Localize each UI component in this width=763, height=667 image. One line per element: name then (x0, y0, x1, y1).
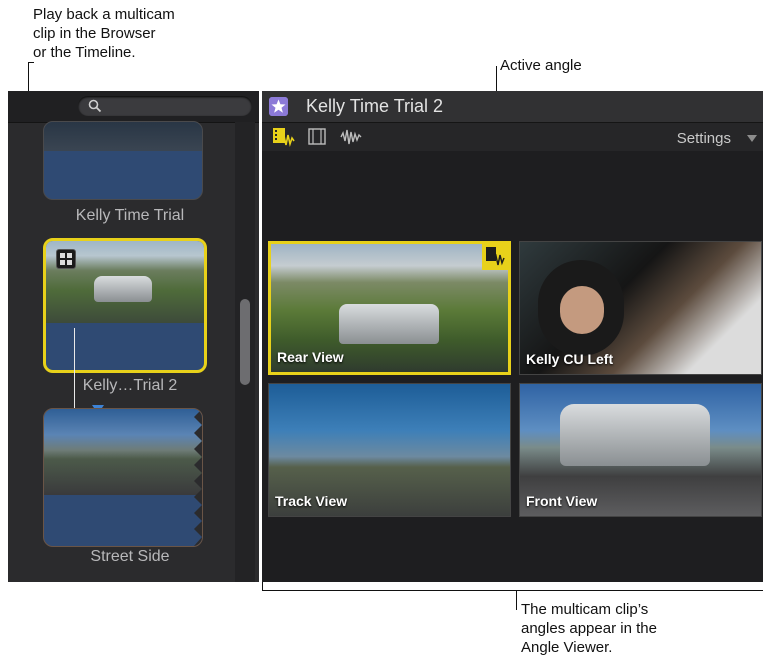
scrollbar-thumb[interactable] (240, 299, 250, 385)
clip-thumbnail-kelly-trial-2[interactable] (43, 238, 207, 373)
angle-label: Kelly CU Left (526, 351, 614, 367)
audio-waveform-icon[interactable] (340, 127, 362, 147)
car-image (94, 276, 152, 302)
video-audio-icon[interactable] (272, 127, 296, 147)
angle-label: Front View (526, 493, 598, 509)
callout-active-angle: Active angle (500, 57, 582, 74)
clip-name: Street Side (90, 548, 170, 565)
settings-button[interactable]: Settings (677, 130, 731, 147)
active-angle-icon (482, 244, 508, 270)
angle-rear-view[interactable]: Rear View (268, 241, 511, 375)
leader-angles-v (516, 590, 517, 610)
callout-playback: Play back a multicam clip in the Browser… (33, 6, 175, 61)
bracket-left (262, 582, 263, 591)
search-icon (88, 99, 102, 113)
leader-playback-h (28, 62, 34, 63)
car-image (339, 304, 439, 344)
clip-thumbnail-kelly-time-trial[interactable] (43, 121, 203, 200)
callout-angle-viewer: The multicam clip’s angles appear in the… (521, 601, 657, 656)
angle-label: Rear View (277, 349, 344, 365)
driver-face-image (560, 286, 604, 334)
video-only-icon[interactable] (308, 127, 326, 147)
chevron-down-icon[interactable] (747, 135, 757, 142)
search-input[interactable] (78, 96, 252, 116)
multicam-icon (56, 249, 76, 269)
angle-viewer-pane: Kelly Time Trial 2 Settings Rear View Ke… (262, 91, 763, 582)
angle-kelly-cu-left[interactable]: Kelly CU Left (519, 241, 762, 375)
bracket-bottom (262, 590, 763, 591)
clip-thumbnail-image (44, 409, 202, 495)
filmstrip-edge (194, 409, 202, 546)
angle-label: Track View (275, 493, 348, 509)
clip-title: Kelly Time Trial 2 (306, 96, 444, 116)
clip-name: Kelly Time Trial (75, 207, 185, 224)
browser-search-bar (8, 91, 259, 123)
browser-scrollbar[interactable] (235, 122, 255, 582)
angle-track-view[interactable]: Track View (268, 383, 511, 517)
angle-viewer-toolbar: Settings (262, 123, 763, 151)
angle-viewer-title-bar: Kelly Time Trial 2 (262, 91, 763, 123)
clip-thumbnail-image (44, 122, 202, 151)
angle-front-view[interactable]: Front View (519, 383, 762, 517)
clip-thumbnail-street-side[interactable] (43, 408, 203, 547)
car-image (560, 404, 710, 466)
clip-name: Kelly…Trial 2 (82, 377, 178, 394)
browser-pane: Kelly Time Trial Kelly…Trial 2 Street Si… (8, 91, 259, 582)
star-icon (269, 97, 288, 116)
